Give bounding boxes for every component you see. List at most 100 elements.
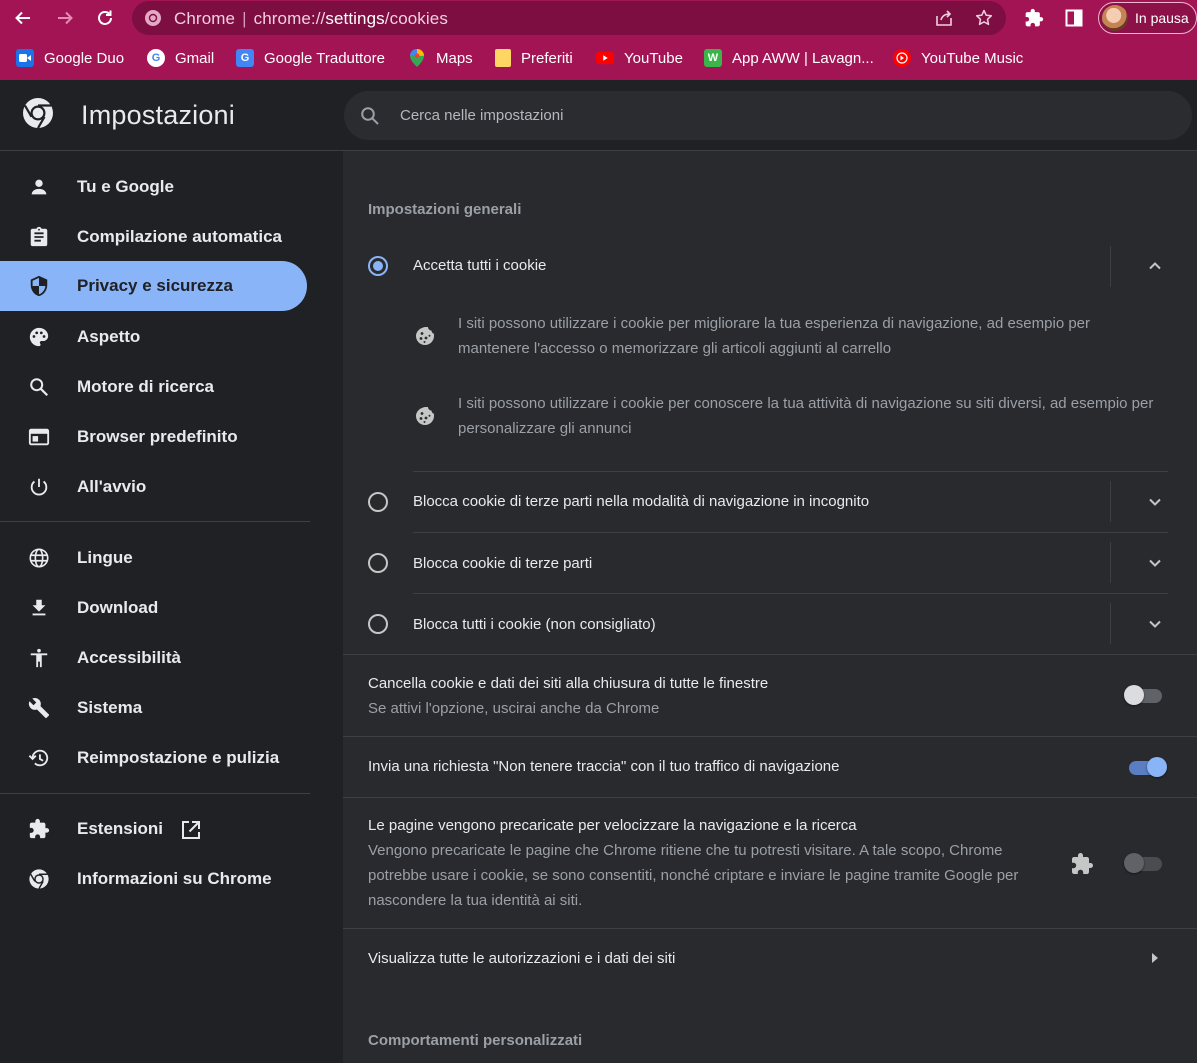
do-not-track-toggle[interactable] [1127, 756, 1167, 778]
preload-toggle[interactable] [1124, 852, 1164, 874]
clear-on-exit-toggle[interactable] [1124, 684, 1164, 706]
divider [413, 593, 1168, 594]
puzzle-icon [1025, 8, 1044, 27]
search-input[interactable] [400, 91, 1160, 140]
sidebar-item-label: Aspetto [77, 327, 141, 346]
share-icon[interactable] [934, 9, 952, 27]
accept-detail-1: I siti possono utilizzare i cookie per m… [458, 315, 1091, 357]
bookmark-youtube[interactable]: YouTube [596, 48, 683, 68]
sidebar-item-download[interactable]: Download [0, 583, 307, 633]
extensions-button[interactable] [1023, 7, 1045, 29]
chrome-site-icon [144, 9, 162, 27]
sidebar-item-label: Reimpostazione e pulizia [77, 748, 280, 767]
bookmark-label: Google Traduttore [264, 49, 385, 67]
bookmark-aww-app[interactable]: W App AWW | Lavagn... [704, 48, 874, 68]
sidebar-item-compilazione[interactable]: Compilazione automatica [0, 212, 307, 262]
clear-on-exit-subtitle: Se attivi l'opzione, uscirai anche da Ch… [368, 700, 660, 717]
toggle-knob [1124, 685, 1144, 705]
radio-block-incognito[interactable] [368, 492, 388, 512]
sidebar-item-label: Motore di ricerca [77, 377, 214, 396]
chrome-icon [29, 869, 49, 889]
radio-block-all[interactable] [368, 614, 388, 634]
sidebar-item-privacy[interactable]: Privacy e sicurezza [0, 261, 307, 311]
bookmark-google-translate[interactable]: G Google Traduttore [236, 48, 385, 68]
bookmark-label: App AWW | Lavagn... [732, 49, 874, 67]
browser-window-icon [28, 428, 50, 446]
divider [1110, 246, 1111, 287]
divider [413, 471, 1168, 472]
sidebar-item-label: Compilazione automatica [77, 227, 282, 246]
arrow-right-icon [58, 11, 73, 25]
person-icon [31, 179, 47, 195]
divider [1110, 603, 1111, 644]
address-bar[interactable]: Chrome | chrome://settings/cookies [132, 1, 1006, 35]
option-label: Accetta tutti i cookie [413, 257, 547, 274]
cookie-icon [416, 327, 435, 345]
sidebar-item-label: Download [77, 598, 159, 617]
section-title-custom: Comportamenti personalizzati [368, 1032, 583, 1049]
chrome-logo-icon [22, 97, 54, 129]
sidebar-item-label: Tu e Google [77, 177, 174, 196]
bookmark-gmail[interactable]: G Gmail [147, 48, 214, 68]
sidebar-item-reimpostazione[interactable]: Reimpostazione e pulizia [0, 733, 307, 783]
bookmarks-bar: Google Duo G Gmail G Google Traduttore M… [0, 36, 1197, 80]
sidebar-item-all-avvio[interactable]: All'avvio [0, 462, 307, 512]
bookmark-star-icon[interactable] [975, 9, 993, 27]
bookmark-label: YouTube [624, 49, 683, 67]
reload-button[interactable] [92, 5, 118, 31]
sidebar-item-label: Sistema [77, 698, 143, 717]
sidebar-item-accessibilita[interactable]: Accessibilità [0, 633, 307, 683]
sidebar-item-lingue[interactable]: Lingue [0, 533, 307, 583]
bookmark-google-duo[interactable]: Google Duo [16, 48, 124, 68]
accept-detail-2: I siti possono utilizzare i cookie per c… [458, 395, 1154, 437]
sidebar-item-aspetto[interactable]: Aspetto [0, 312, 307, 362]
sidebar-divider [0, 793, 310, 794]
toggle-knob [1124, 853, 1144, 873]
bookmark-folder-preferiti[interactable]: Preferiti [495, 48, 573, 68]
bookmark-maps[interactable]: Maps [408, 48, 473, 68]
back-button[interactable] [10, 5, 36, 31]
aww-app-icon: W [704, 49, 722, 67]
profile-status: In pausa [1135, 10, 1189, 26]
option-label: Blocca tutti i cookie (non consigliato) [413, 616, 656, 633]
youtube-music-icon [893, 49, 911, 67]
reload-icon [98, 10, 112, 25]
sidebar: Tu e Google Compilazione automatica Priv… [0, 151, 343, 1063]
clear-on-exit-title: Cancella cookie e dati dei siti alla chi… [368, 675, 769, 692]
forward-button[interactable] [52, 5, 78, 31]
radio-block-third-party[interactable] [368, 553, 388, 573]
divider [1110, 542, 1111, 583]
chevron-up-icon[interactable] [1143, 254, 1167, 278]
chevron-down-icon[interactable] [1143, 612, 1167, 636]
sidebar-item-motore-ricerca[interactable]: Motore di ricerca [0, 362, 307, 412]
divider [343, 928, 1197, 929]
all-site-data-label: Visualizza tutte le autorizzazioni e i d… [368, 950, 676, 967]
section-title-general: Impostazioni generali [368, 201, 522, 218]
sidebar-item-browser-predefinito[interactable]: Browser predefinito [0, 412, 307, 462]
sidebar-item-estensioni[interactable]: Estensioni [0, 804, 307, 854]
profile-button[interactable]: In pausa [1098, 2, 1197, 34]
settings-search[interactable] [344, 91, 1192, 140]
chevron-down-icon[interactable] [1143, 551, 1167, 575]
arrow-right-icon [1152, 953, 1158, 963]
shield-icon [30, 275, 48, 297]
chevron-down-icon[interactable] [1143, 490, 1167, 514]
radio-accept-all[interactable] [368, 256, 388, 276]
avatar [1102, 5, 1128, 31]
sidebar-item-sistema[interactable]: Sistema [0, 683, 307, 733]
toggle-knob [1147, 757, 1167, 777]
accessibility-icon [30, 648, 48, 668]
side-panel-button[interactable] [1063, 7, 1085, 29]
cookies-settings-panel: Impostazioni generali Accetta tutti i co… [343, 151, 1197, 1063]
bookmark-youtube-music[interactable]: YouTube Music [893, 48, 1023, 68]
sidebar-item-label: Browser predefinito [77, 427, 238, 446]
extension-managed-icon[interactable] [1070, 852, 1094, 876]
sidebar-item-tu-e-google[interactable]: Tu e Google [0, 162, 307, 212]
open-in-new-icon [182, 821, 200, 839]
download-icon [32, 599, 46, 616]
palette-icon [29, 327, 49, 347]
sidebar-item-informazioni[interactable]: Informazioni su Chrome [0, 854, 307, 904]
sidebar-item-label: Privacy e sicurezza [77, 276, 233, 295]
globe-icon [29, 548, 49, 568]
maps-pin-icon [408, 49, 426, 67]
